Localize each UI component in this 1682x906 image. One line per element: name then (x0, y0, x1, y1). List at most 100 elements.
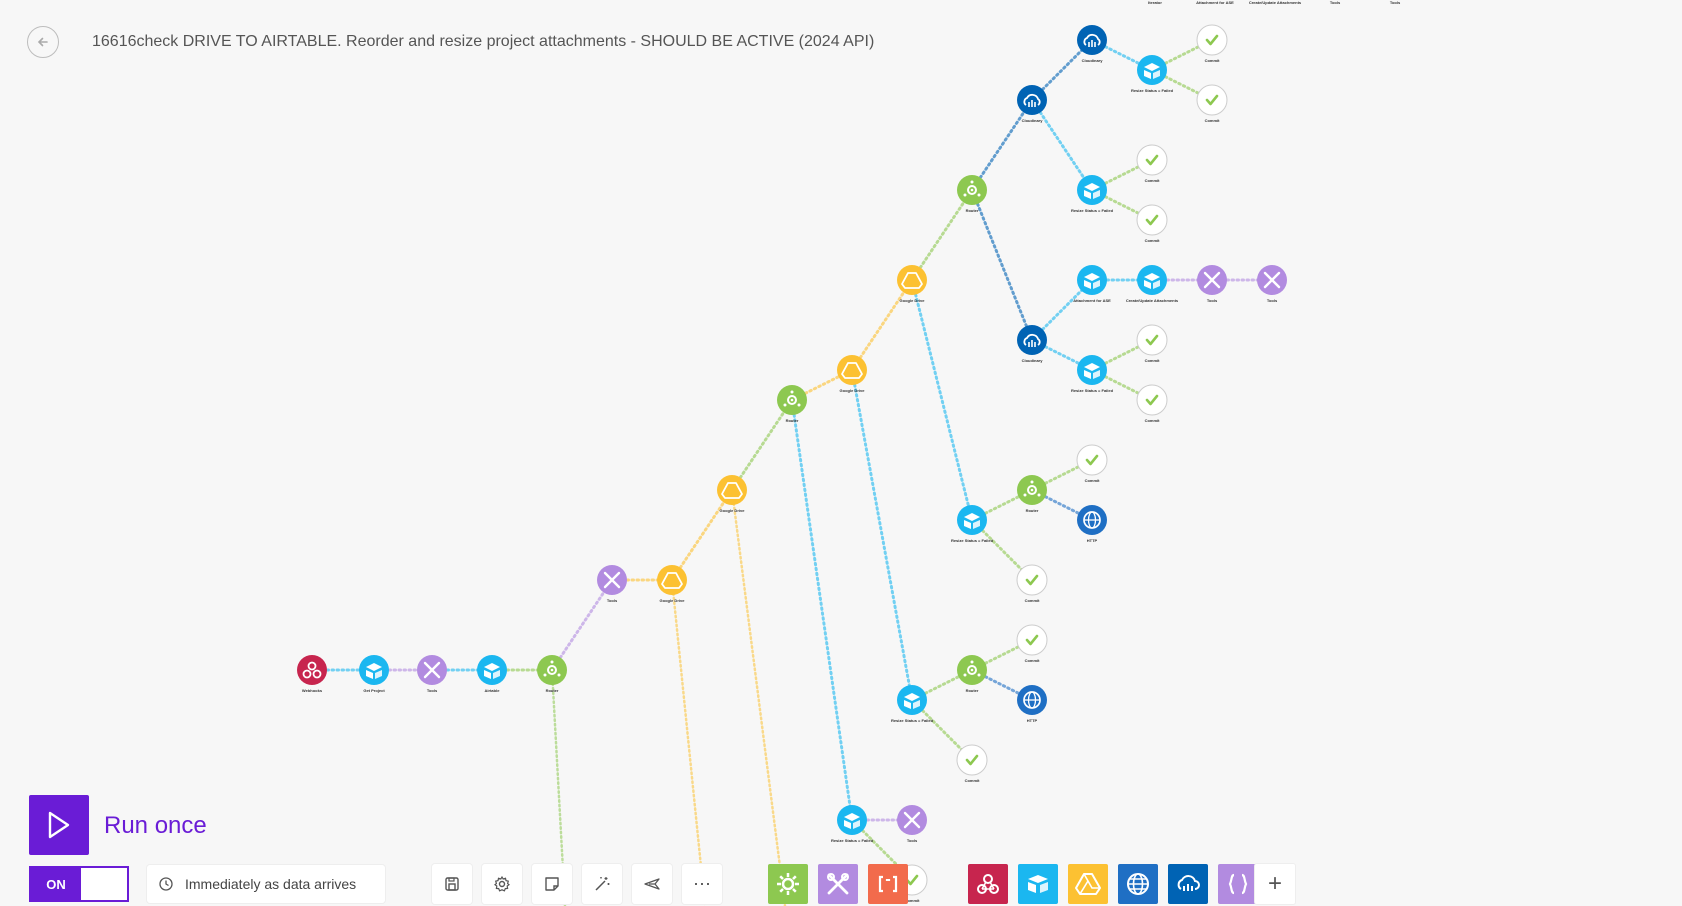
http-button[interactable] (1118, 864, 1158, 904)
add-module-button[interactable]: + (1255, 864, 1295, 904)
connection[interactable] (850, 278, 914, 372)
back-button[interactable] (27, 26, 59, 58)
module-tools[interactable]: Tools (1257, 265, 1287, 303)
module-airtable[interactable]: Resize Status = Failed (1071, 175, 1114, 213)
json-button[interactable] (1218, 864, 1258, 904)
scenario-title[interactable]: 16616check DRIVE TO AIRTABLE. Reorder an… (92, 33, 874, 51)
module-airtable[interactable]: Resize Status = Failed (951, 505, 994, 543)
auto-align-wand-icon (595, 877, 610, 891)
module-router[interactable]: Router (1017, 475, 1047, 513)
webhooks-button[interactable] (968, 864, 1008, 904)
connection[interactable] (850, 368, 914, 702)
run-once-button[interactable] (29, 795, 89, 855)
module-label: Commit (1145, 238, 1161, 243)
scenario-canvas[interactable]: Webhooks Get Project Tools Airtable Router To… (0, 0, 1682, 906)
clock-icon (159, 877, 173, 891)
offscreen-module-label: Iterator (1148, 0, 1162, 5)
json-icon (1228, 873, 1248, 895)
airtable-button[interactable] (1018, 864, 1058, 904)
module-commit[interactable]: Commit (1016, 564, 1048, 603)
tools-button[interactable] (818, 864, 858, 904)
module-label: Webhooks (302, 688, 323, 693)
module-label: Cloudinary (1082, 58, 1104, 63)
module-drive[interactable]: Google Drive (657, 565, 687, 603)
text-parser-icon (878, 875, 898, 893)
connection[interactable] (1030, 98, 1094, 192)
module-tools[interactable]: Tools (597, 565, 627, 603)
run-once-label[interactable]: Run once (104, 812, 207, 840)
save-button[interactable] (432, 864, 472, 904)
notes-icon (545, 877, 559, 891)
module-airtable[interactable]: Resize Status = Failed (1071, 355, 1114, 393)
module-commit[interactable]: Commit (1076, 444, 1108, 483)
connection[interactable] (970, 98, 1034, 192)
notes-button[interactable] (532, 864, 572, 904)
schedule-setting[interactable]: Immediately as data arrives (147, 865, 385, 903)
module-label: Resize Status = Failed (1131, 88, 1174, 93)
scenario-settings-button[interactable] (482, 864, 522, 904)
module-label: Google Drive (660, 598, 686, 603)
module-tools[interactable]: Tools (897, 805, 927, 843)
explain-flow-button[interactable] (632, 864, 672, 904)
module-label: Router (966, 208, 979, 213)
module-label: Router (786, 418, 799, 423)
module-label: Google Drive (840, 388, 866, 393)
module-drive[interactable]: Google Drive (837, 355, 867, 393)
connection[interactable] (910, 278, 974, 522)
scheduling-toggle[interactable]: ON (29, 866, 129, 902)
connection[interactable] (730, 398, 794, 492)
text-parser-button[interactable] (868, 864, 908, 904)
module-http[interactable]: HTTP (1017, 685, 1047, 723)
module-airtable[interactable]: Resize Status = Failed (1131, 55, 1174, 93)
module-commit[interactable]: Commit (1136, 204, 1168, 243)
arrow-left-icon (37, 37, 48, 47)
module-airtable[interactable]: Resize Status = Failed (891, 685, 934, 723)
module-commit[interactable]: Commit (956, 744, 988, 783)
module-commit[interactable]: Commit (1196, 24, 1228, 63)
auto-align-button[interactable] (582, 864, 622, 904)
cloudinary-button[interactable] (1168, 864, 1208, 904)
more-options-button[interactable]: ⋯ (682, 864, 722, 904)
module-commit[interactable]: Commit (1196, 84, 1228, 123)
connection-tail (670, 578, 707, 906)
module-label: Airtable (485, 688, 501, 693)
module-airtable[interactable]: Attachment for ASE (1073, 265, 1111, 303)
module-label: Tools (907, 838, 918, 843)
tools-icon (827, 873, 849, 895)
module-commit[interactable]: Commit (1136, 144, 1168, 183)
flow-control-button[interactable] (768, 864, 808, 904)
connection[interactable] (970, 188, 1034, 342)
module-airtable[interactable]: Airtable (477, 655, 507, 693)
module-http[interactable]: HTTP (1077, 505, 1107, 543)
module-label: Commit (1145, 358, 1161, 363)
save-icon (445, 877, 459, 891)
module-cloudinary[interactable]: Cloudinary (1017, 325, 1047, 363)
module-commit[interactable]: Commit (1016, 624, 1048, 663)
module-airtable[interactable]: Get Project (359, 655, 389, 693)
google-drive-button[interactable] (1068, 864, 1108, 904)
offscreen-module-label: Tools (1390, 0, 1401, 5)
connection[interactable] (670, 488, 734, 582)
module-airtable[interactable]: Create/Update Attachments (1126, 265, 1179, 303)
module-commit[interactable]: Commit (1136, 384, 1168, 423)
module-label: Router (1026, 508, 1039, 513)
connection[interactable] (790, 398, 854, 822)
module-drive[interactable]: Google Drive (897, 265, 927, 303)
module-router[interactable]: Router (957, 655, 987, 693)
webhooks-icon (977, 874, 999, 894)
module-airtable[interactable]: Resize Status = Failed (831, 805, 874, 843)
module-router[interactable]: Router (537, 655, 567, 693)
google-drive-icon (1075, 873, 1101, 895)
module-tools[interactable]: Tools (1197, 265, 1227, 303)
module-router[interactable]: Router (957, 175, 987, 213)
module-webhooks[interactable]: Webhooks (297, 655, 327, 693)
module-drive[interactable]: Google Drive (717, 475, 747, 513)
plus-icon: + (1267, 870, 1282, 897)
module-cloudinary[interactable]: Cloudinary (1077, 25, 1107, 63)
module-router[interactable]: Router (777, 385, 807, 423)
module-label: Create/Update Attachments (1126, 298, 1179, 303)
connection[interactable] (550, 578, 614, 672)
module-tools[interactable]: Tools (417, 655, 447, 693)
connection[interactable] (910, 188, 974, 282)
module-commit[interactable]: Commit (1136, 324, 1168, 363)
